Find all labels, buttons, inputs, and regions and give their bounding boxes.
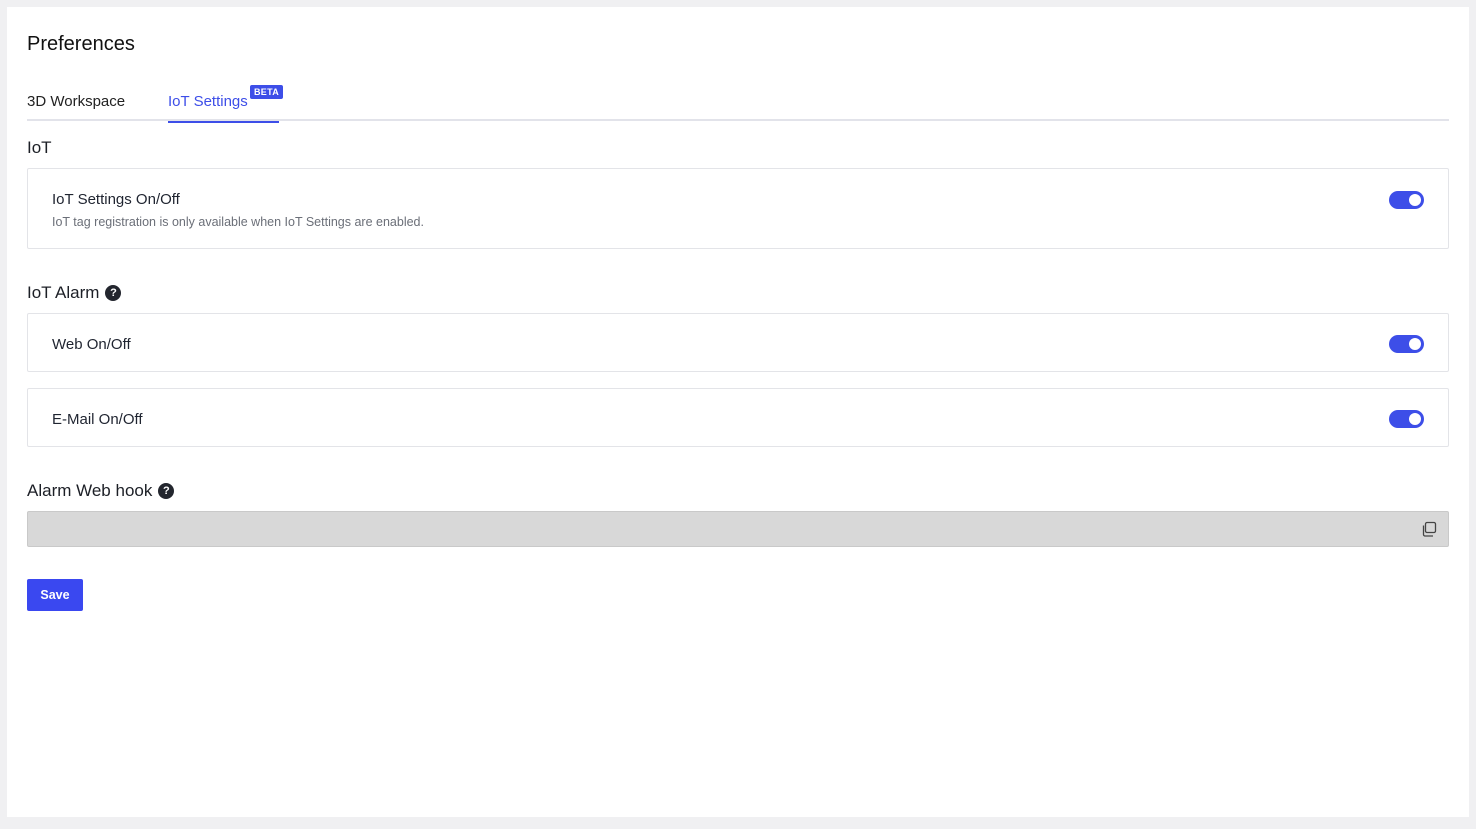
section-title-text: IoT Alarm bbox=[27, 283, 100, 302]
email-alarm-toggle[interactable] bbox=[1389, 410, 1424, 428]
question-circle-icon[interactable]: ? bbox=[105, 285, 122, 301]
page-title: Preferences bbox=[27, 33, 135, 55]
webhook-input[interactable] bbox=[28, 512, 1408, 546]
email-alarm-label: E-Mail On/Off bbox=[52, 411, 143, 428]
tab-label: IoT Settings bbox=[168, 93, 248, 110]
tab-3d-workspace[interactable]: 3D Workspace bbox=[27, 93, 125, 121]
iot-section-title: IoT bbox=[27, 138, 52, 158]
tab-iot-settings[interactable]: IoT Settings BETA bbox=[168, 85, 284, 123]
toggle-knob bbox=[1409, 413, 1421, 425]
toggle-knob bbox=[1409, 194, 1421, 206]
section-title-text: Alarm Web hook bbox=[27, 481, 153, 500]
webhook-field bbox=[27, 511, 1449, 547]
iot-settings-label: IoT Settings On/Off bbox=[52, 191, 180, 208]
iot-settings-toggle[interactable] bbox=[1389, 191, 1424, 209]
beta-badge: BETA bbox=[250, 85, 284, 99]
iot-alarm-section-title: IoT Alarm ? bbox=[27, 283, 122, 303]
copy-icon[interactable] bbox=[1420, 520, 1438, 538]
webhook-section-title: Alarm Web hook ? bbox=[27, 481, 175, 501]
tab-bar: 3D Workspace IoT Settings BETA bbox=[27, 83, 1449, 123]
section-title-text: IoT bbox=[27, 138, 52, 157]
web-alarm-card: Web On/Off bbox=[27, 313, 1449, 372]
web-alarm-label: Web On/Off bbox=[52, 336, 131, 353]
tab-label: 3D Workspace bbox=[27, 93, 126, 110]
iot-settings-card: IoT Settings On/Off IoT tag registration… bbox=[27, 168, 1449, 249]
question-circle-icon[interactable]: ? bbox=[158, 483, 175, 499]
preferences-page: Preferences 3D Workspace IoT Settings BE… bbox=[7, 7, 1469, 817]
iot-settings-description: IoT tag registration is only available w… bbox=[52, 215, 424, 229]
email-alarm-card: E-Mail On/Off bbox=[27, 388, 1449, 447]
save-button[interactable]: Save bbox=[27, 579, 83, 611]
web-alarm-toggle[interactable] bbox=[1389, 335, 1424, 353]
toggle-knob bbox=[1409, 338, 1421, 350]
